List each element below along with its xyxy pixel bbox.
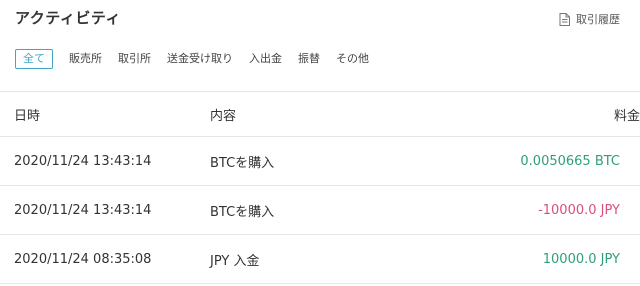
tab-transfer-receive[interactable]: 送金受け取り (167, 50, 233, 68)
row-content: BTCを購入 (210, 155, 275, 171)
document-icon (559, 12, 570, 26)
activity-page: アクティビティ 取引履歴 全て 販売所 取引所 送金受け取り 入出金 振替 その… (0, 0, 640, 286)
row-amount: 0.0050665 BTC (520, 153, 620, 169)
row-datetime: 2020/11/24 13:43:14 (14, 202, 152, 218)
transaction-history-link[interactable]: 取引履歴 (559, 11, 620, 27)
tab-all[interactable]: 全て (15, 49, 53, 69)
column-header-fee: 料金 (613, 108, 640, 124)
table-row: 2020/11/24 08:35:08 JPY 入金 10000.0 JPY (0, 235, 640, 284)
tab-trading[interactable]: 取引所 (118, 50, 151, 68)
page-title: アクティビティ (15, 9, 121, 27)
tab-other[interactable]: その他 (336, 50, 369, 68)
table-header: 日時 内容 料金 (0, 92, 640, 137)
table-row: 2020/11/24 13:43:14 BTCを購入 0.0050665 BTC (0, 137, 640, 186)
tab-deposit-withdraw[interactable]: 入出金 (249, 50, 282, 68)
history-link-label: 取引履歴 (576, 13, 620, 26)
filter-tabs: 全て 販売所 取引所 送金受け取り 入出金 振替 その他 (15, 49, 385, 69)
column-header-content: 内容 (210, 108, 237, 124)
tab-exchange-desk[interactable]: 販売所 (69, 50, 102, 68)
row-amount: 10000.0 JPY (542, 251, 620, 267)
row-datetime: 2020/11/24 08:35:08 (14, 251, 152, 267)
row-content: JPY 入金 (210, 253, 260, 269)
row-amount: -10000.0 JPY (538, 202, 620, 218)
column-header-datetime: 日時 (14, 108, 41, 124)
row-datetime: 2020/11/24 13:43:14 (14, 153, 152, 169)
row-content: BTCを購入 (210, 204, 275, 220)
tab-transfer[interactable]: 振替 (298, 50, 320, 68)
activity-table: 日時 内容 料金 2020/11/24 13:43:14 BTCを購入 0.00… (0, 91, 640, 284)
table-row: 2020/11/24 13:43:14 BTCを購入 -10000.0 JPY (0, 186, 640, 235)
